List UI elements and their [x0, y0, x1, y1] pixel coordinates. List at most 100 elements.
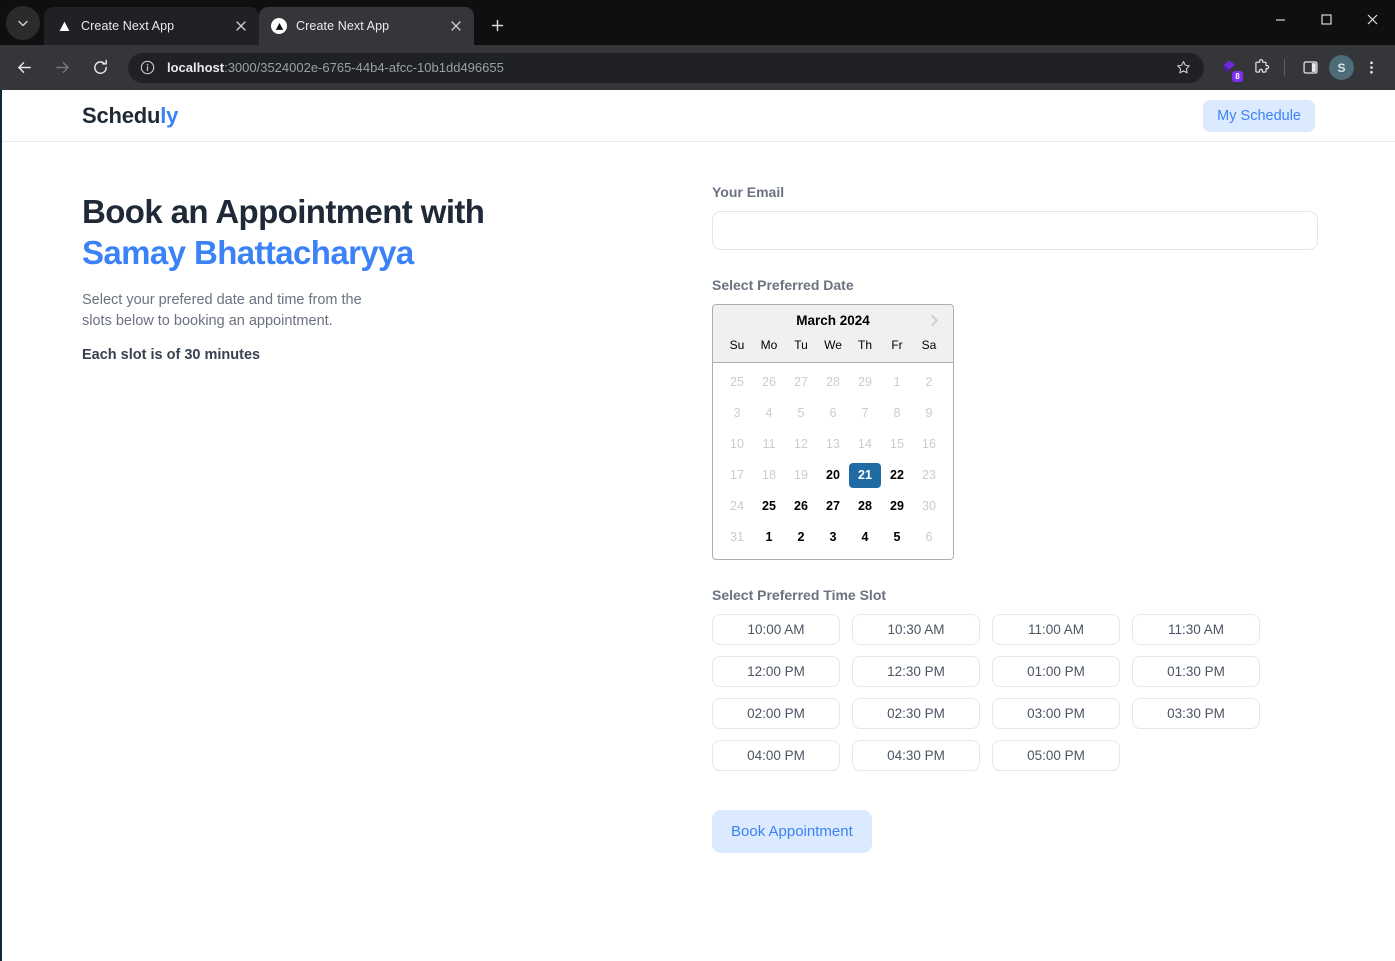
address-bar[interactable]: localhost:3000/3524002e-6765-44b4-afcc-1… [128, 52, 1204, 83]
maximize-icon [1320, 13, 1332, 25]
reload-icon [93, 59, 107, 74]
forward-arrow-icon [55, 62, 69, 73]
time-slot-02-30-pm[interactable]: 02:30 PM [852, 698, 980, 729]
calendar-day-name-fr: Fr [891, 338, 903, 352]
calendar-day-15: 15 [890, 437, 904, 451]
calendar-day-5[interactable]: 5 [881, 525, 913, 550]
browser-toolbar: localhost:3000/3524002e-6765-44b4-afcc-1… [0, 45, 1395, 90]
app-logo[interactable]: Scheduly [82, 103, 178, 129]
logo-accent-text: ly [160, 102, 179, 128]
page-content: Book an Appointment with Samay Bhattacha… [2, 142, 1395, 853]
app-header: Scheduly My Schedule [2, 90, 1395, 142]
calendar-day-22[interactable]: 22 [881, 463, 913, 488]
calendar-day-27[interactable]: 27 [817, 494, 849, 519]
calendar-day-11: 11 [762, 437, 776, 451]
time-slot-04-00-pm[interactable]: 04:00 PM [712, 740, 840, 771]
hero-subtitle: Select your prefered date and time from … [82, 291, 362, 329]
calendar-week-row: 3 4 5 6 7 8 9 [713, 398, 953, 429]
date-label: Select Preferred Date [712, 277, 854, 293]
calendar-day-1[interactable]: 1 [753, 525, 785, 550]
calendar-day-28[interactable]: 28 [849, 494, 881, 519]
time-slot-12-00-pm[interactable]: 12:00 PM [712, 656, 840, 687]
time-slot-01-00-pm[interactable]: 01:00 PM [992, 656, 1120, 687]
side-panel-button[interactable] [1295, 53, 1325, 83]
calendar-day-25[interactable]: 25 [753, 494, 785, 519]
minimize-icon [1275, 18, 1285, 21]
calendar-day-4[interactable]: 4 [849, 525, 881, 550]
extension-purple-icon[interactable]: 8 [1214, 53, 1244, 83]
new-tab-button[interactable] [482, 10, 512, 40]
time-slot-02-00-pm[interactable]: 02:00 PM [712, 698, 840, 729]
my-schedule-button[interactable]: My Schedule [1203, 99, 1315, 132]
three-dot-menu-icon [1369, 61, 1373, 74]
book-appointment-button[interactable]: Book Appointment [712, 810, 872, 853]
tab-close-button[interactable] [231, 16, 251, 36]
time-slot-10-30-am[interactable]: 10:30 AM [852, 614, 980, 645]
reload-button[interactable] [84, 52, 116, 84]
calendar-day-27: 27 [794, 375, 808, 389]
extensions-button[interactable] [1246, 53, 1276, 83]
calendar-week-row: 31 1 2 3 4 5 6 [713, 522, 953, 553]
time-slot-04-30-pm[interactable]: 04:30 PM [852, 740, 980, 771]
calendar-day-29[interactable]: 29 [881, 494, 913, 519]
tab-search-button[interactable] [6, 6, 40, 40]
time-slot-11-00-am[interactable]: 11:00 AM [992, 614, 1120, 645]
calendar-day-26: 26 [762, 375, 776, 389]
calendar-day-8: 8 [893, 406, 901, 420]
time-slot-01-30-pm[interactable]: 01:30 PM [1132, 656, 1260, 687]
tab-create-next-app-1[interactable]: Create Next App [44, 7, 259, 45]
calendar-day-name-we: We [824, 338, 842, 352]
calendar-next-month-button[interactable] [925, 311, 943, 329]
tab-create-next-app-2[interactable]: Create Next App [259, 7, 474, 45]
browser-menu-button[interactable] [1356, 53, 1386, 83]
url-path: :3000/3524002e-6765-44b4-afcc-10b1dd4966… [224, 60, 504, 75]
time-slot-12-30-pm[interactable]: 12:30 PM [852, 656, 980, 687]
profile-avatar[interactable]: S [1329, 55, 1354, 80]
window-maximize-button[interactable] [1303, 0, 1349, 38]
window-controls [1257, 0, 1395, 38]
time-slot-label: Select Preferred Time Slot [712, 587, 887, 603]
time-slot-05-00-pm[interactable]: 05:00 PM [992, 740, 1120, 771]
calendar-day-26[interactable]: 26 [785, 494, 817, 519]
time-slot-10-00-am[interactable]: 10:00 AM [712, 614, 840, 645]
tab-title: Create Next App [81, 19, 175, 33]
url-text: localhost:3000/3524002e-6765-44b4-afcc-1… [167, 60, 1170, 75]
calendar-day-21[interactable]: 21 [849, 463, 881, 488]
toolbar-divider [1284, 59, 1285, 76]
time-slot-11-30-am[interactable]: 11:30 AM [1132, 614, 1260, 645]
browser-window: Create Next App Create Next App localhos… [0, 0, 1395, 961]
calendar-day-3: 3 [733, 406, 741, 420]
calendar-day-1: 1 [893, 375, 901, 389]
calendar-day-3[interactable]: 3 [817, 525, 849, 550]
window-minimize-button[interactable] [1257, 0, 1303, 38]
time-slot-03-30-pm[interactable]: 03:30 PM [1132, 698, 1260, 729]
calendar-day-name-sa: Sa [921, 338, 937, 352]
bookmark-star-icon[interactable] [1170, 55, 1196, 81]
calendar-day-24: 24 [730, 499, 744, 513]
calendar-day-19: 19 [794, 468, 808, 482]
site-info-icon[interactable] [138, 58, 157, 77]
calendar-month-label: March 2024 [796, 313, 870, 328]
nextjs-favicon-icon [271, 18, 287, 34]
back-button[interactable] [8, 52, 40, 84]
tab-close-button[interactable] [446, 16, 466, 36]
hero-column: Book an Appointment with Samay Bhattacha… [82, 184, 712, 853]
url-host: localhost [167, 60, 225, 75]
calendar-day-20[interactable]: 20 [817, 463, 849, 488]
calendar-day-16: 16 [922, 437, 936, 451]
logo-main-text: Schedu [82, 102, 161, 128]
date-picker[interactable]: March 2024 Su Mo Tu We Th Fr Sa 25 26 27 28 29 1 2 3 4… [712, 304, 954, 560]
close-icon [236, 21, 246, 31]
calendar-day-12: 12 [794, 437, 808, 451]
calendar-day-name-th: Th [857, 338, 872, 352]
window-close-button[interactable] [1349, 0, 1395, 38]
tab-strip: Create Next App Create Next App [0, 0, 1395, 45]
calendar-day-5: 5 [797, 406, 805, 420]
extension-badge-count: 8 [1232, 70, 1243, 82]
calendar-day-2[interactable]: 2 [785, 525, 817, 550]
forward-button[interactable] [46, 52, 78, 84]
calendar-week-row: 24 25 26 27 28 29 30 [713, 491, 953, 522]
time-slot-03-00-pm[interactable]: 03:00 PM [992, 698, 1120, 729]
email-input[interactable] [712, 211, 1318, 250]
